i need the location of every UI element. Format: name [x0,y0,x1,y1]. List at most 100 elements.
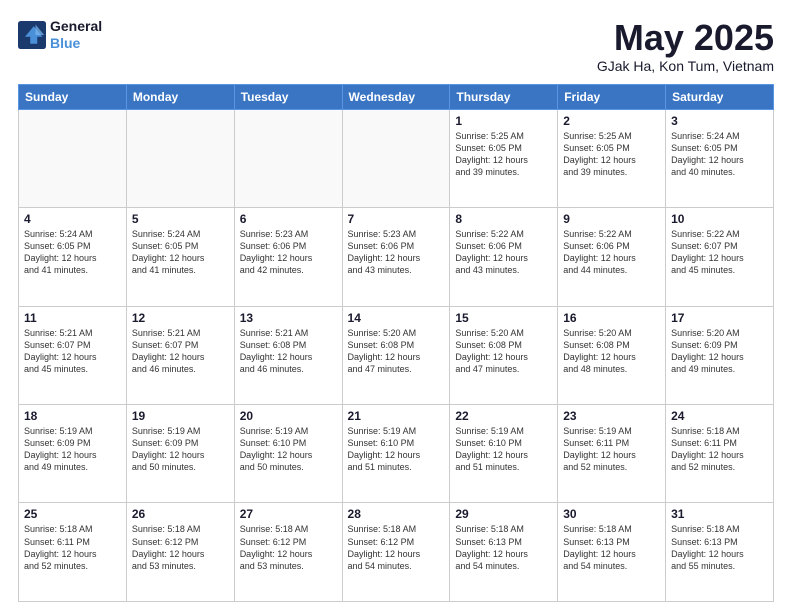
day-info: Sunrise: 5:22 AM Sunset: 6:06 PM Dayligh… [455,228,552,277]
day-number: 24 [671,409,768,423]
calendar-cell: 7 Sunrise: 5:23 AM Sunset: 6:06 PM Daylig… [342,208,450,306]
day-info: Sunrise: 5:19 AM Sunset: 6:10 PM Dayligh… [455,425,552,474]
day-info: Sunrise: 5:21 AM Sunset: 6:07 PM Dayligh… [132,327,229,376]
day-number: 26 [132,507,229,521]
calendar-cell: 2Sunrise: 5:25 AM Sunset: 6:05 PM Daylig… [558,109,666,207]
week-row-2: 4Sunrise: 5:24 AM Sunset: 6:05 PM Daylig… [19,208,774,306]
day-number: 25 [24,507,121,521]
day-info: Sunrise: 5:18 AM Sunset: 6:11 PM Dayligh… [671,425,768,474]
day-info: Sunrise: 5:18 AM Sunset: 6:12 PM Dayligh… [132,523,229,572]
calendar-cell: 17 Sunrise: 5:20 AM Sunset: 6:09 PM Dayli… [666,306,774,404]
calendar-cell: 5Sunrise: 5:24 AM Sunset: 6:05 PM Daylig… [126,208,234,306]
week-row-4: 18 Sunrise: 5:19 AM Sunset: 6:09 PM Dayli… [19,405,774,503]
day-info: Sunrise: 5:18 AM Sunset: 6:12 PM Dayligh… [348,523,445,572]
day-number: 29 [455,507,552,521]
day-number: 11 [24,311,121,325]
day-info: Sunrise: 5:25 AM Sunset: 6:05 PM Dayligh… [455,130,552,179]
day-number: 7 [348,212,445,226]
calendar-cell: 22 Sunrise: 5:19 AM Sunset: 6:10 PM Dayli… [450,405,558,503]
calendar-cell: 20Sunrise: 5:19 AM Sunset: 6:10 PM Dayli… [234,405,342,503]
calendar-cell: 14 Sunrise: 5:20 AM Sunset: 6:08 PM Dayli… [342,306,450,404]
calendar-cell: 31 Sunrise: 5:18 AM Sunset: 6:13 PM Dayli… [666,503,774,602]
day-header-saturday: Saturday [666,84,774,109]
calendar-cell: 6 Sunrise: 5:23 AM Sunset: 6:06 PM Daylig… [234,208,342,306]
calendar-cell [126,109,234,207]
day-number: 17 [671,311,768,325]
header: General Blue May 2025 GJak Ha, Kon Tum, … [18,18,774,74]
calendar-cell: 8 Sunrise: 5:22 AM Sunset: 6:06 PM Daylig… [450,208,558,306]
day-info: Sunrise: 5:20 AM Sunset: 6:08 PM Dayligh… [455,327,552,376]
day-number: 12 [132,311,229,325]
logo-text: General Blue [50,18,102,52]
day-info: Sunrise: 5:20 AM Sunset: 6:09 PM Dayligh… [671,327,768,376]
day-number: 16 [563,311,660,325]
calendar-cell: 9Sunrise: 5:22 AM Sunset: 6:06 PM Daylig… [558,208,666,306]
days-header-row: SundayMondayTuesdayWednesdayThursdayFrid… [19,84,774,109]
day-number: 23 [563,409,660,423]
day-number: 1 [455,114,552,128]
calendar-cell: 3Sunrise: 5:24 AM Sunset: 6:05 PM Daylig… [666,109,774,207]
calendar-cell: 11 Sunrise: 5:21 AM Sunset: 6:07 PM Dayli… [19,306,127,404]
calendar-cell [342,109,450,207]
day-header-thursday: Thursday [450,84,558,109]
day-info: Sunrise: 5:22 AM Sunset: 6:07 PM Dayligh… [671,228,768,277]
day-info: Sunrise: 5:21 AM Sunset: 6:07 PM Dayligh… [24,327,121,376]
day-number: 4 [24,212,121,226]
day-number: 22 [455,409,552,423]
day-number: 14 [348,311,445,325]
calendar-cell: 28Sunrise: 5:18 AM Sunset: 6:12 PM Dayli… [342,503,450,602]
day-header-wednesday: Wednesday [342,84,450,109]
location-subtitle: GJak Ha, Kon Tum, Vietnam [597,58,774,74]
calendar-cell [19,109,127,207]
day-info: Sunrise: 5:23 AM Sunset: 6:06 PM Dayligh… [348,228,445,277]
day-number: 6 [240,212,337,226]
day-number: 2 [563,114,660,128]
title-block: May 2025 GJak Ha, Kon Tum, Vietnam [597,18,774,74]
day-info: Sunrise: 5:19 AM Sunset: 6:10 PM Dayligh… [348,425,445,474]
calendar-cell: 30Sunrise: 5:18 AM Sunset: 6:13 PM Dayli… [558,503,666,602]
day-number: 18 [24,409,121,423]
day-info: Sunrise: 5:24 AM Sunset: 6:05 PM Dayligh… [671,130,768,179]
week-row-1: 1 Sunrise: 5:25 AM Sunset: 6:05 PM Daylig… [19,109,774,207]
day-info: Sunrise: 5:19 AM Sunset: 6:09 PM Dayligh… [132,425,229,474]
calendar-cell [234,109,342,207]
day-number: 19 [132,409,229,423]
calendar-cell: 25Sunrise: 5:18 AM Sunset: 6:11 PM Dayli… [19,503,127,602]
day-info: Sunrise: 5:20 AM Sunset: 6:08 PM Dayligh… [348,327,445,376]
logo-icon [18,21,46,49]
day-number: 13 [240,311,337,325]
day-number: 20 [240,409,337,423]
calendar-cell: 29 Sunrise: 5:18 AM Sunset: 6:13 PM Dayli… [450,503,558,602]
day-number: 21 [348,409,445,423]
calendar-cell: 19 Sunrise: 5:19 AM Sunset: 6:09 PM Dayli… [126,405,234,503]
calendar-cell: 27Sunrise: 5:18 AM Sunset: 6:12 PM Dayli… [234,503,342,602]
day-header-tuesday: Tuesday [234,84,342,109]
calendar-cell: 18Sunrise: 5:19 AM Sunset: 6:09 PM Dayli… [19,405,127,503]
calendar-cell: 26 Sunrise: 5:18 AM Sunset: 6:12 PM Dayli… [126,503,234,602]
day-header-friday: Friday [558,84,666,109]
day-info: Sunrise: 5:23 AM Sunset: 6:06 PM Dayligh… [240,228,337,277]
calendar-cell: 13 Sunrise: 5:21 AM Sunset: 6:08 PM Dayli… [234,306,342,404]
calendar-cell: 21 Sunrise: 5:19 AM Sunset: 6:10 PM Dayli… [342,405,450,503]
day-info: Sunrise: 5:21 AM Sunset: 6:08 PM Dayligh… [240,327,337,376]
day-info: Sunrise: 5:18 AM Sunset: 6:12 PM Dayligh… [240,523,337,572]
calendar-cell: 4Sunrise: 5:24 AM Sunset: 6:05 PM Daylig… [19,208,127,306]
day-number: 10 [671,212,768,226]
page: General Blue May 2025 GJak Ha, Kon Tum, … [0,0,792,612]
day-header-sunday: Sunday [19,84,127,109]
calendar-cell: 1 Sunrise: 5:25 AM Sunset: 6:05 PM Daylig… [450,109,558,207]
day-info: Sunrise: 5:18 AM Sunset: 6:13 PM Dayligh… [455,523,552,572]
calendar-cell: 24 Sunrise: 5:18 AM Sunset: 6:11 PM Dayli… [666,405,774,503]
day-number: 31 [671,507,768,521]
logo: General Blue [18,18,102,52]
calendar-table: SundayMondayTuesdayWednesdayThursdayFrid… [18,84,774,602]
calendar-cell: 12 Sunrise: 5:21 AM Sunset: 6:07 PM Dayli… [126,306,234,404]
day-info: Sunrise: 5:18 AM Sunset: 6:13 PM Dayligh… [563,523,660,572]
day-number: 15 [455,311,552,325]
calendar-cell: 23Sunrise: 5:19 AM Sunset: 6:11 PM Dayli… [558,405,666,503]
calendar-cell: 15 Sunrise: 5:20 AM Sunset: 6:08 PM Dayli… [450,306,558,404]
calendar-cell: 10 Sunrise: 5:22 AM Sunset: 6:07 PM Dayli… [666,208,774,306]
calendar-cell: 16Sunrise: 5:20 AM Sunset: 6:08 PM Dayli… [558,306,666,404]
day-number: 8 [455,212,552,226]
day-info: Sunrise: 5:18 AM Sunset: 6:13 PM Dayligh… [671,523,768,572]
